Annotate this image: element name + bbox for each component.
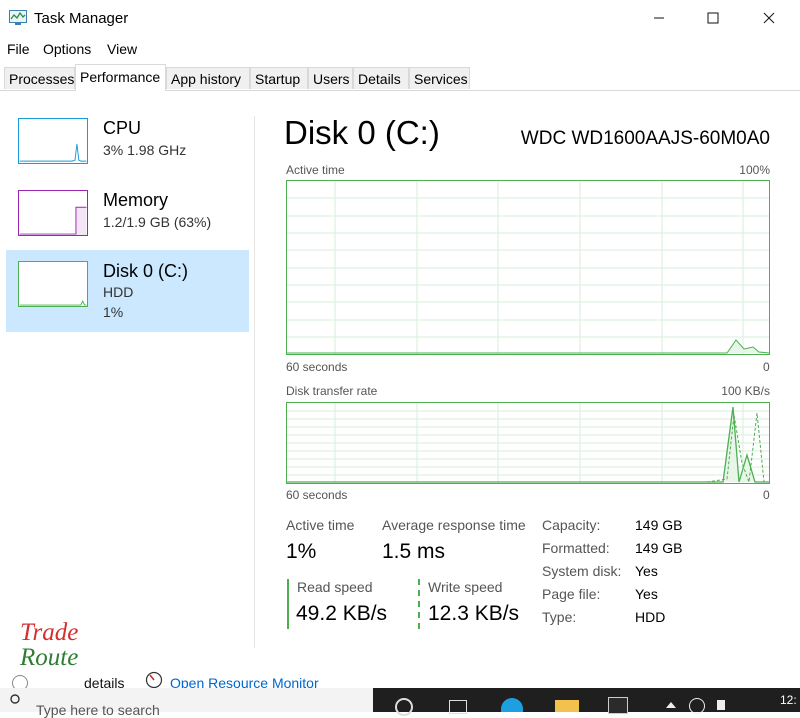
graph2-left-axis: 60 seconds (286, 488, 348, 502)
type-value: HDD (635, 609, 666, 625)
write-speed-marker (418, 579, 420, 629)
write-speed-label: Write speed (428, 579, 503, 595)
menu-view[interactable]: View (107, 41, 137, 57)
taskbar: 12: (373, 688, 800, 716)
tab-performance[interactable]: Performance (75, 64, 166, 91)
task-manager-icon (9, 10, 27, 25)
read-speed-label: Read speed (297, 579, 373, 595)
page-file-label: Page file: (542, 586, 601, 602)
minimize-button[interactable] (636, 4, 682, 32)
clock[interactable]: 12: (780, 693, 797, 707)
search-icon (10, 694, 20, 704)
tab-details[interactable]: Details (353, 67, 409, 89)
graph2-right-axis: 0 (763, 488, 770, 502)
tab-services[interactable]: Services (409, 67, 470, 89)
window-title: Task Manager (34, 10, 129, 27)
edge-icon[interactable] (501, 698, 523, 712)
sidebar-item-cpu[interactable]: CPU 3% 1.98 GHz (6, 108, 249, 190)
maximize-button[interactable] (690, 4, 736, 32)
graph1-max: 100% (739, 163, 770, 177)
capacity-value: 149 GB (635, 517, 683, 533)
page-title: Disk 0 (C:) (284, 114, 440, 151)
volume-icon[interactable] (717, 700, 725, 710)
cortana-icon[interactable] (395, 698, 413, 716)
resource-monitor-icon (145, 671, 163, 689)
title-bar: Task Manager (0, 0, 800, 36)
avg-response-label: Average response time (382, 517, 526, 533)
system-disk-label: System disk: (542, 563, 622, 579)
maximize-icon (707, 12, 719, 24)
store-icon[interactable] (608, 697, 628, 714)
cpu-thumbnail-graph (18, 118, 88, 164)
taskbar-separator (650, 688, 653, 712)
minimize-icon (654, 17, 664, 19)
file-explorer-icon[interactable] (555, 700, 579, 712)
transfer-rate-graph (286, 402, 770, 484)
sidebar-item-disk0[interactable]: Disk 0 (C:) HDD 1% (6, 250, 249, 332)
graph2-label: Disk transfer rate (286, 384, 378, 398)
disk-thumbnail-graph (18, 261, 88, 307)
avg-response-value: 1.5 ms (382, 540, 446, 563)
formatted-value: 149 GB (635, 540, 683, 556)
active-time-graph-svg (287, 181, 769, 354)
sidebar-item-value: 1% (103, 304, 124, 320)
watermark-line1: Trade (20, 619, 79, 646)
memory-thumbnail-graph (18, 190, 88, 236)
write-speed-value: 12.3 KB/s (428, 602, 520, 625)
search-placeholder: Type here to search (36, 702, 160, 718)
transfer-rate-graph-svg (287, 403, 769, 483)
sidebar-item-title: CPU (103, 118, 142, 138)
type-label: Type: (542, 609, 577, 625)
read-speed-value: 49.2 KB/s (296, 602, 388, 625)
close-icon (763, 12, 775, 24)
resource-list: CPU 3% 1.98 GHz Memory 1.2/1.9 GB (63%) … (0, 91, 254, 651)
tab-users[interactable]: Users (308, 67, 353, 89)
system-disk-value: Yes (635, 563, 658, 579)
sidebar-item-subtitle: HDD (103, 284, 134, 300)
capacity-label: Capacity: (542, 517, 601, 533)
graph1-label: Active time (286, 163, 345, 177)
menu-options[interactable]: Options (43, 41, 91, 57)
disk-model: WDC WD1600AAJS-60M0A0 (520, 128, 770, 149)
graph2-max: 100 KB/s (721, 384, 770, 398)
show-hidden-icons-icon[interactable] (666, 702, 676, 708)
active-time-label: Active time (286, 517, 355, 533)
menu-file[interactable]: File (7, 41, 30, 57)
tab-processes[interactable]: Processes (4, 67, 75, 89)
page-file-value: Yes (635, 586, 658, 602)
pane-divider[interactable] (254, 116, 255, 648)
active-time-value: 1% (286, 540, 317, 563)
tab-startup[interactable]: Startup (250, 67, 308, 89)
tab-app-history[interactable]: App history (166, 67, 250, 89)
graph1-right-axis: 0 (763, 360, 770, 374)
watermark-line2: Route (20, 644, 79, 671)
active-time-graph (286, 180, 770, 355)
close-button[interactable] (746, 4, 792, 32)
sidebar-item-subtitle: 3% 1.98 GHz (103, 142, 187, 158)
sidebar-item-subtitle: 1.2/1.9 GB (63%) (103, 214, 212, 230)
watermark-logo: Trade Route (20, 620, 78, 670)
tab-strip: Processes Performance App history Startu… (0, 64, 800, 91)
sidebar-item-title: Memory (103, 190, 169, 210)
formatted-label: Formatted: (542, 540, 610, 556)
read-speed-marker (287, 579, 289, 629)
sidebar-item-title: Disk 0 (C:) (103, 261, 188, 281)
taskbar-search-box[interactable]: Type here to search (0, 688, 373, 718)
menu-bar: File Options View (0, 38, 800, 60)
graph1-left-axis: 60 seconds (286, 360, 348, 374)
